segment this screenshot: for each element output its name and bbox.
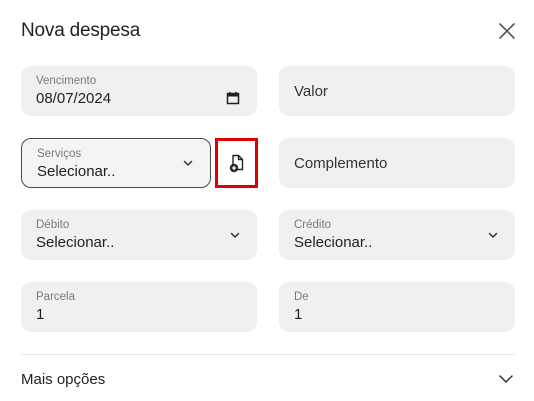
complemento-field[interactable]: Complemento: [279, 138, 515, 188]
close-button[interactable]: [495, 19, 519, 43]
parcela-label: Parcela: [36, 291, 75, 303]
add-servico-button[interactable]: [215, 138, 258, 188]
calendar-icon[interactable]: [226, 91, 240, 105]
credito-select[interactable]: Crédito Selecionar..: [279, 210, 515, 260]
chevron-down-icon[interactable]: [498, 372, 514, 386]
divider: [21, 354, 515, 355]
credito-value: Selecionar..: [294, 234, 373, 251]
chevron-down-icon: [488, 232, 498, 238]
more-options-label[interactable]: Mais opções: [21, 371, 105, 388]
servicos-select[interactable]: Serviços Selecionar..: [21, 138, 211, 188]
de-value: 1: [294, 306, 303, 323]
debito-label: Débito: [36, 219, 70, 231]
chevron-down-icon: [230, 232, 240, 238]
dialog-title: Nova despesa: [21, 20, 141, 41]
chevron-down-icon: [183, 160, 193, 166]
de-label: De: [294, 291, 309, 303]
parcela-value: 1: [36, 306, 45, 323]
debito-value: Selecionar..: [36, 234, 115, 251]
debito-select[interactable]: Débito Selecionar..: [21, 210, 257, 260]
de-field[interactable]: De 1: [279, 282, 515, 332]
vencimento-value: 08/07/2024: [36, 90, 112, 107]
vencimento-label: Vencimento: [36, 75, 97, 87]
credito-label: Crédito: [294, 219, 332, 231]
servicos-value: Selecionar..: [37, 163, 116, 180]
valor-field[interactable]: Valor: [279, 66, 515, 116]
complemento-placeholder: Complemento: [294, 155, 388, 172]
document-add-icon: [229, 154, 244, 173]
close-icon: [499, 23, 515, 39]
vencimento-field[interactable]: Vencimento 08/07/2024: [21, 66, 257, 116]
parcela-field[interactable]: Parcela 1: [21, 282, 257, 332]
servicos-label: Serviços: [37, 148, 82, 160]
valor-placeholder: Valor: [294, 83, 328, 100]
